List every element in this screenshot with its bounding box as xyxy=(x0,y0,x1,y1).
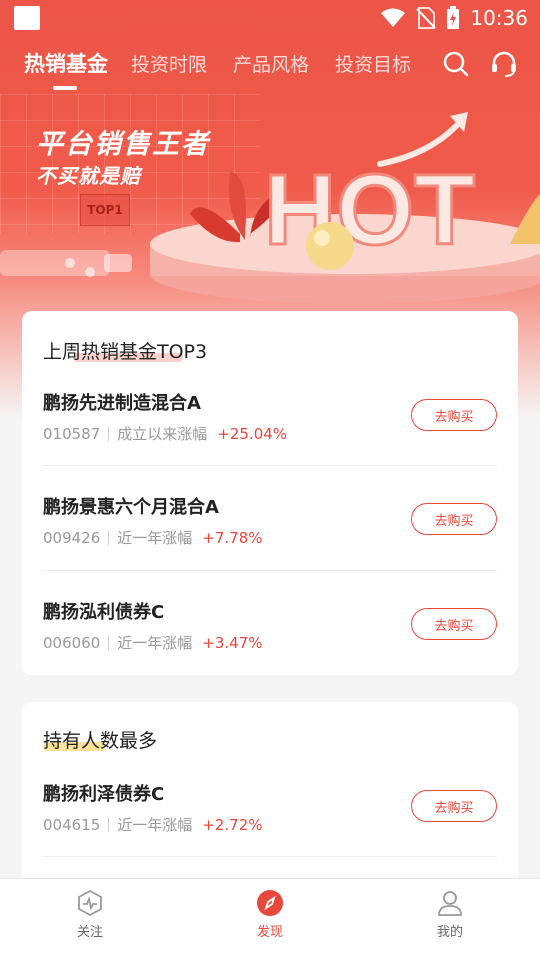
headset-icon[interactable] xyxy=(490,50,518,78)
svg-text:HOT: HOT xyxy=(264,154,475,266)
fund-name: 鹏扬泓利债券C xyxy=(43,602,165,623)
status-bar: 10:36 xyxy=(0,0,540,36)
no-sim-icon xyxy=(416,7,437,29)
buy-button[interactable]: 去购买 xyxy=(411,399,497,431)
bottom-tab-discover[interactable]: 发现 xyxy=(230,889,310,940)
fund-period: 近一年涨幅 xyxy=(117,816,193,834)
fund-item[interactable]: 鹏扬景惠六个月混合A 009426 近一年涨幅 +7.78% 去购买 xyxy=(43,493,497,598)
fund-item[interactable]: 鹏扬先进制造混合A 010587 成立以来涨幅 +25.04% 去购买 xyxy=(43,389,497,494)
fund-code: 004615 xyxy=(43,815,101,834)
fund-item[interactable]: 鹏扬泓利债券C 006060 近一年涨幅 +3.47% 去购买 xyxy=(43,598,497,703)
fund-change: +7.78% xyxy=(202,528,263,547)
divider xyxy=(43,570,497,571)
search-icon[interactable] xyxy=(442,50,470,78)
tab-hot-funds[interactable]: 热销基金 xyxy=(24,48,108,78)
tab-investment-period[interactable]: 投资时限 xyxy=(131,50,207,77)
divider xyxy=(43,465,497,466)
active-tab-indicator xyxy=(53,86,77,90)
fund-name: 鹏扬先进制造混合A xyxy=(43,393,201,414)
category-tabs: 热销基金 投资时限 产品风格 投资目标 xyxy=(0,44,540,90)
battery-icon xyxy=(447,6,460,29)
tab-investment-goal[interactable]: 投资目标 xyxy=(335,50,411,77)
fund-code: 010587 xyxy=(43,424,101,443)
notification-icon xyxy=(14,6,40,30)
promo-banner[interactable]: 平台销售王者 不买就是赔 TOP1 HOT xyxy=(0,94,540,314)
buy-button[interactable]: 去购买 xyxy=(411,608,497,640)
top3-card: 上周热销基金TOP3 鹏扬先进制造混合A 010587 成立以来涨幅 +25.0… xyxy=(22,311,518,675)
fund-name: 鹏扬利泽债券C xyxy=(43,784,165,805)
fund-period: 成立以来涨幅 xyxy=(117,425,208,443)
user-icon xyxy=(438,891,462,916)
fund-item[interactable]: 鹏扬利泽债券C 004615 近一年涨幅 +2.72% 去购买 xyxy=(43,780,497,885)
wifi-icon xyxy=(381,8,406,27)
bottom-tab-label: 我的 xyxy=(436,925,463,940)
fund-change: +2.72% xyxy=(202,815,263,834)
compass-icon xyxy=(257,890,283,916)
bottom-navigation: 关注 发现 我的 xyxy=(0,878,540,960)
buy-button[interactable]: 去购买 xyxy=(411,503,497,535)
section-title: 持有人数最多 xyxy=(43,730,158,752)
heartbeat-icon xyxy=(78,889,102,917)
fund-period: 近一年涨幅 xyxy=(117,529,193,547)
section-title: 上周热销基金TOP3 xyxy=(43,341,208,363)
fund-code: 006060 xyxy=(43,633,101,652)
most-held-card: 持有人数最多 鹏扬利泽债券C 004615 近一年涨幅 +2.72% 去购买 xyxy=(22,702,518,902)
bottom-tab-mine[interactable]: 我的 xyxy=(410,889,490,940)
tab-product-style[interactable]: 产品风格 xyxy=(233,50,309,77)
buy-button[interactable]: 去购买 xyxy=(411,790,497,822)
fund-name: 鹏扬景惠六个月混合A xyxy=(43,497,219,518)
status-time: 10:36 xyxy=(470,6,528,30)
banner-illustration: HOT xyxy=(0,112,540,304)
fund-period: 近一年涨幅 xyxy=(117,634,193,652)
bottom-tab-follow[interactable]: 关注 xyxy=(50,889,130,940)
bottom-tab-label: 关注 xyxy=(76,925,103,940)
divider xyxy=(43,856,497,857)
fund-change: +3.47% xyxy=(202,633,263,652)
bottom-tab-label: 发现 xyxy=(256,925,283,940)
fund-change: +25.04% xyxy=(217,424,288,443)
fund-code: 009426 xyxy=(43,528,101,547)
